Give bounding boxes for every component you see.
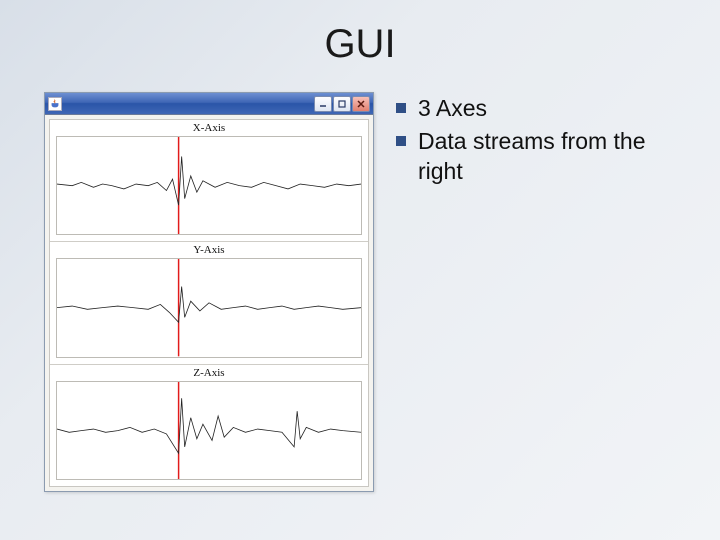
chart-plot-area [56,258,362,357]
close-button[interactable] [352,96,370,112]
slide-title: GUI [0,22,720,67]
chart-plot-area [56,381,362,480]
chart-plot-area [56,136,362,235]
charts-panel: X-Axis Y-Axis Z-Axis [49,119,369,487]
chart-z-axis: Z-Axis [50,365,368,486]
chart-title: Z-Axis [50,367,368,379]
maximize-button[interactable] [333,96,351,112]
window-controls [314,96,370,112]
chart-title: Y-Axis [50,244,368,256]
bullet-item: Data streams from the right [396,127,696,186]
window-titlebar [45,93,373,115]
java-app-window: X-Axis Y-Axis Z-Axis [44,92,374,492]
bullet-list: 3 Axes Data streams from the right [396,94,696,190]
chart-title: X-Axis [50,122,368,134]
window-client-area: X-Axis Y-Axis Z-Axis [45,115,373,491]
chart-y-axis: Y-Axis [50,242,368,364]
bullet-item: 3 Axes [396,94,696,123]
chart-x-axis: X-Axis [50,120,368,242]
java-cup-icon [48,97,62,111]
minimize-button[interactable] [314,96,332,112]
